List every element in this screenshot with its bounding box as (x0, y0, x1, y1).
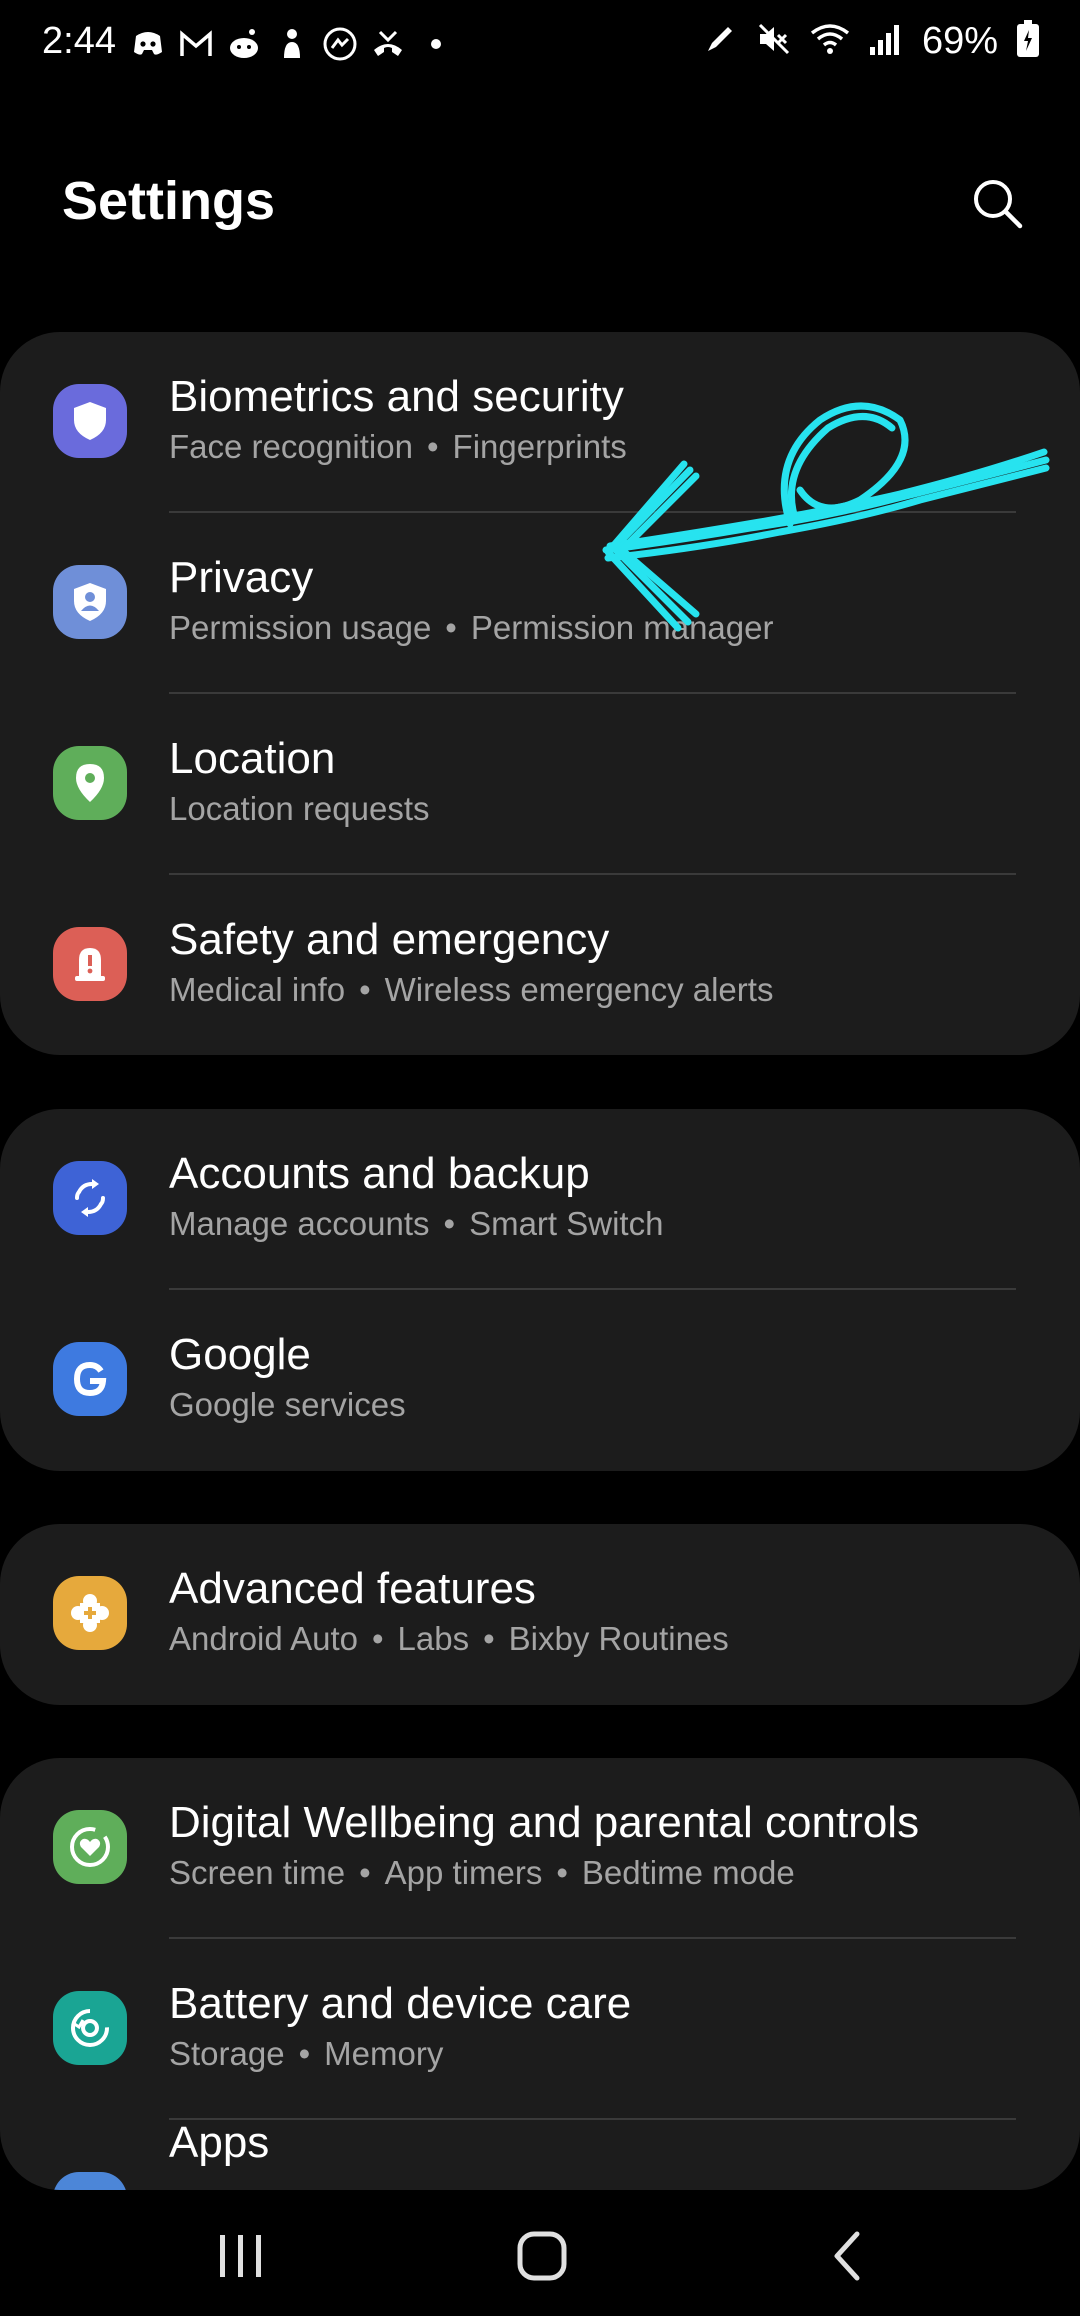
shield-icon (53, 384, 127, 458)
battery-percent: 69% (921, 20, 998, 62)
settings-group-accounts: Accounts and backup Manage accounts • Smar… (0, 1109, 1080, 1471)
reddit-icon (226, 26, 262, 62)
google-icon (53, 1342, 127, 1416)
item-title: Location (169, 734, 336, 783)
recent-apps-icon (220, 2235, 261, 2277)
status-time: 2:44 (42, 20, 116, 62)
item-subtitle: Permission usage • Permission manager (169, 609, 774, 646)
item-title: Advanced features (169, 1564, 536, 1613)
item-title: Accounts and backup (169, 1149, 590, 1198)
search-button[interactable] (966, 172, 1030, 236)
settings-item-biometrics[interactable]: Biometrics and security Face recognition… (0, 332, 1080, 513)
missed-call-icon (370, 26, 406, 62)
settings-group-advanced: Advanced features Android Auto • Labs • Bixb… (0, 1524, 1080, 1705)
settings-item-privacy[interactable]: Privacy Permission usage • Permission mana… (0, 513, 1080, 694)
search-icon (974, 180, 1023, 229)
settings-item-accounts-backup[interactable]: Accounts and backup Manage accounts • Smar… (0, 1109, 1080, 1290)
privacy-shield-icon (53, 565, 127, 639)
gmail-icon (178, 26, 214, 62)
status-right: 69% (702, 20, 1040, 63)
item-title: Privacy (169, 553, 314, 602)
back-button[interactable] (806, 2220, 886, 2292)
item-title: Google (169, 1330, 311, 1379)
settings-item-safety-emergency[interactable]: Safety and emergency Medical info • Wirele… (0, 875, 1080, 1055)
settings-item-google[interactable]: Google Google services (0, 1290, 1080, 1471)
item-title: Biometrics and security (169, 372, 624, 421)
item-title: Safety and emergency (169, 915, 610, 964)
settings-group-device: Digital Wellbeing and parental controls … (0, 1758, 1080, 2190)
recent-apps-button[interactable] (200, 2220, 280, 2292)
location-pin-icon (53, 746, 127, 820)
home-button[interactable] (502, 2220, 582, 2292)
item-title: Digital Wellbeing and parental controls (169, 1798, 920, 1847)
messenger-icon (322, 26, 358, 62)
more-notifications-dot-icon (418, 26, 454, 62)
notification-icons (130, 26, 454, 62)
item-subtitle: Storage • Memory (169, 2035, 444, 2072)
app-notification-icon (274, 26, 310, 62)
mute-icon (756, 21, 792, 62)
back-icon (834, 2231, 860, 2281)
item-subtitle: Screen time • App timers • Bedtime mode (169, 1854, 795, 1891)
item-subtitle: Medical info • Wireless emergency alerts (169, 971, 774, 1008)
wifi-icon (810, 21, 850, 62)
item-subtitle: Location requests (169, 790, 430, 827)
settings-group-security: Biometrics and security Face recognition… (0, 332, 1080, 1055)
settings-item-location[interactable]: Location Location requests (0, 694, 1080, 875)
status-bar: 2:44 69% (0, 0, 1080, 92)
pen-icon (702, 21, 738, 62)
item-subtitle: Manage accounts • Smart Switch (169, 1205, 664, 1242)
sync-icon (53, 1161, 127, 1235)
apps-icon (53, 2172, 127, 2190)
puzzle-plus-icon (53, 1576, 127, 1650)
settings-item-battery-device-care[interactable]: Battery and device care Storage • Memory (0, 1939, 1080, 2120)
item-title: Battery and device care (169, 1979, 632, 2028)
emergency-alert-icon (53, 927, 127, 1001)
item-subtitle: Google services (169, 1386, 406, 1423)
item-title: Apps (169, 2118, 270, 2167)
settings-item-advanced-features[interactable]: Advanced features Android Auto • Labs • Bixb… (0, 1524, 1080, 1705)
page-title: Settings (62, 171, 276, 231)
item-subtitle: Face recognition • Fingerprints (169, 428, 627, 465)
item-subtitle: Android Auto • Labs • Bixby Routines (169, 1620, 729, 1657)
battery-icon (1016, 20, 1040, 63)
wellbeing-heart-icon (53, 1810, 127, 1884)
settings-item-digital-wellbeing[interactable]: Digital Wellbeing and parental controls … (0, 1758, 1080, 1939)
home-icon (517, 2231, 567, 2281)
device-care-icon (53, 1991, 127, 2065)
settings-item-apps[interactable]: Apps (0, 2118, 1080, 2190)
signal-icon (868, 21, 904, 62)
discord-icon (130, 26, 166, 62)
